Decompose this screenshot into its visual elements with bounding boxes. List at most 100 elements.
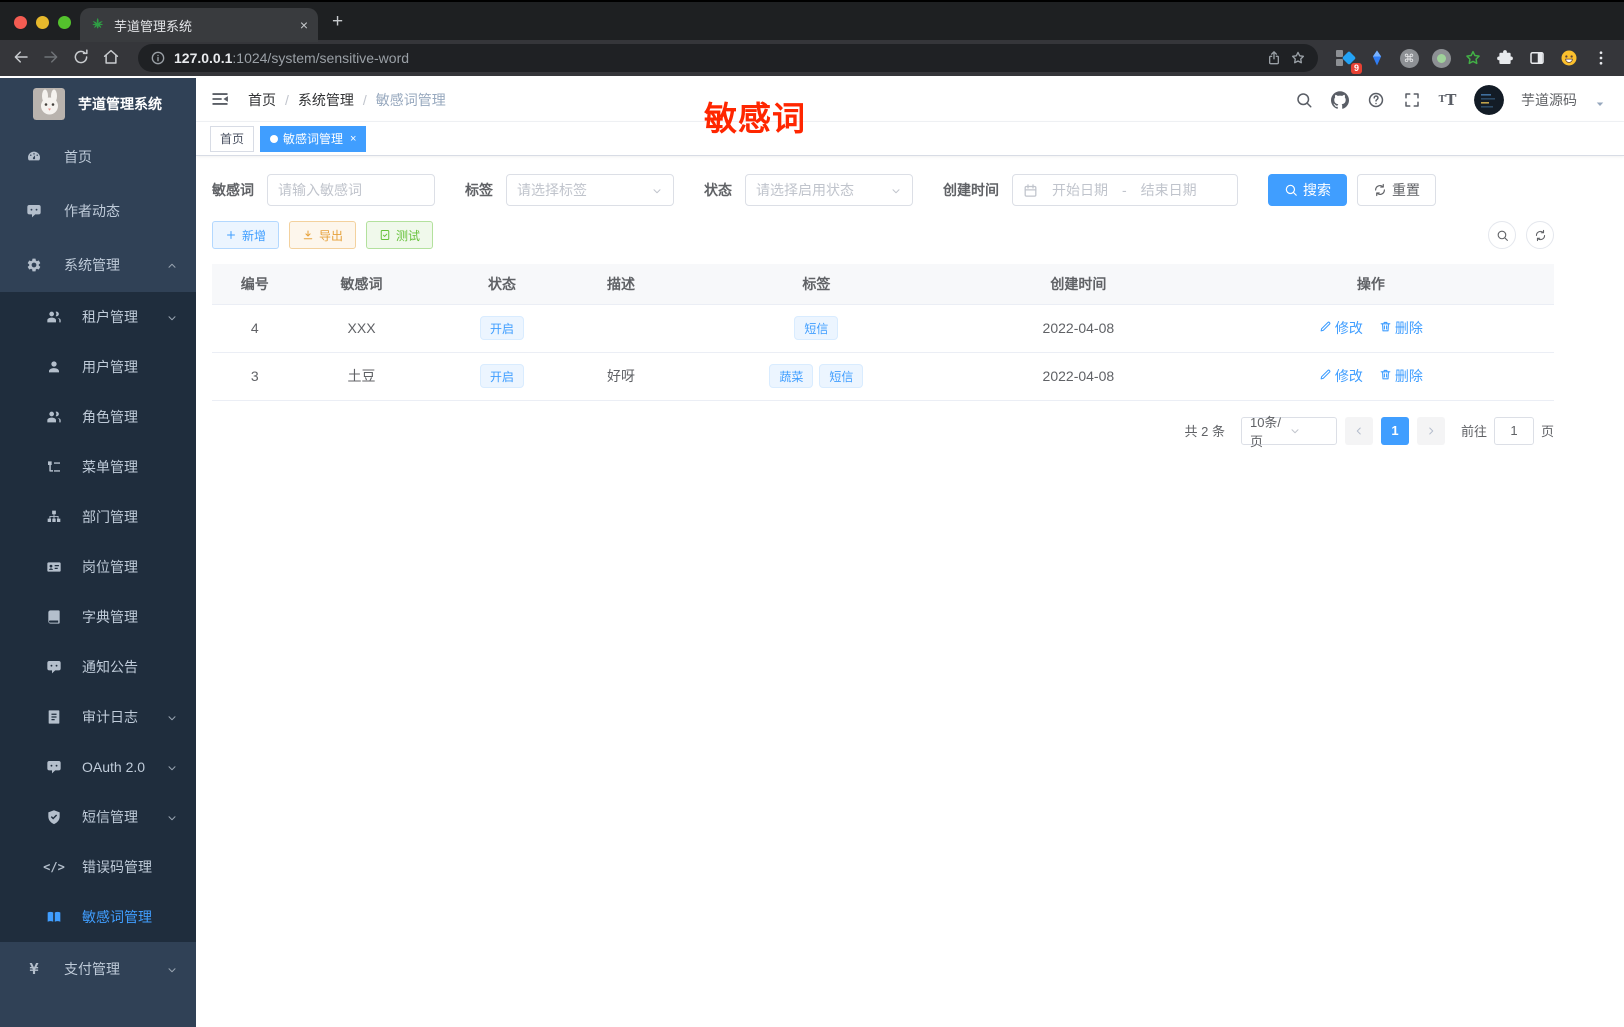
extension-star-icon[interactable]: [1462, 47, 1484, 69]
breadcrumb-item[interactable]: 首页: [248, 90, 276, 110]
share-icon[interactable]: [1266, 50, 1282, 66]
keyword-input[interactable]: [267, 174, 435, 206]
sidebar-item-pay[interactable]: ¥ 支付管理: [0, 942, 196, 996]
sidebar-item-tenant[interactable]: 租户管理: [0, 292, 196, 342]
page-size-select[interactable]: 10条/页: [1240, 415, 1337, 449]
fullscreen-icon[interactable]: [1402, 90, 1421, 109]
sidebar-item-oauth[interactable]: OAuth 2.0: [0, 742, 196, 792]
new-tab-button[interactable]: +: [332, 12, 343, 32]
date-range-picker[interactable]: -: [1012, 174, 1238, 206]
chevron-down-icon: [166, 311, 178, 323]
username[interactable]: 芋道源码: [1521, 90, 1577, 110]
sidebar-item-label: 字典管理: [82, 609, 138, 625]
table-row: 3 土豆 开启 好呀 蔬菜 短信 2022-04-08 修改 删除: [212, 352, 1554, 401]
sidebar: 芋道管理系统 首页作者动态 系统管理 租户管理 用户管理 角色管理 菜单管理 部门管理 岗位管…: [0, 78, 196, 1027]
header-search-icon[interactable]: [1294, 90, 1313, 109]
sidebar-fold-icon[interactable]: [210, 89, 232, 111]
url-text: 127.0.0.1:1024/system/sensitive-word: [174, 50, 1258, 66]
sidebar-item-audit-log[interactable]: 审计日志: [0, 692, 196, 742]
cell-id: 3: [212, 352, 298, 401]
label-tag: 蔬菜: [769, 364, 814, 388]
close-window-button[interactable]: [14, 16, 27, 29]
sidebar-item-author-news[interactable]: 作者动态: [0, 184, 196, 238]
filter-tag: 标签: [465, 174, 674, 206]
edit-link[interactable]: 修改: [1319, 366, 1363, 386]
address-bar[interactable]: 127.0.0.1:1024/system/sensitive-word: [138, 44, 1318, 72]
tag-close-icon[interactable]: ×: [350, 133, 356, 145]
next-page-button[interactable]: [1416, 416, 1445, 445]
reload-icon[interactable]: [72, 48, 92, 68]
user-menu-caret-icon[interactable]: [1594, 97, 1606, 109]
browser-tab-title: 芋道管理系统: [114, 18, 193, 34]
forward-icon[interactable]: [42, 48, 62, 68]
delete-link[interactable]: 删除: [1379, 366, 1423, 386]
breadcrumb-separator: /: [285, 91, 289, 108]
sidebar-item-sms[interactable]: 短信管理: [0, 792, 196, 842]
trash-icon: [1379, 368, 1392, 384]
chevron-down-icon: [890, 184, 902, 196]
extensions-puzzle-icon[interactable]: [1494, 47, 1516, 69]
sidebar-item-system[interactable]: 系统管理: [0, 238, 196, 292]
page-number-1[interactable]: 1: [1380, 416, 1409, 445]
tag-select[interactable]: [506, 174, 674, 206]
add-button[interactable]: 新增: [212, 221, 280, 249]
extension-record-icon[interactable]: [1430, 47, 1452, 69]
search-button[interactable]: 搜索: [1268, 174, 1347, 206]
minimize-window-button[interactable]: [36, 16, 49, 29]
side-panel-icon[interactable]: [1526, 47, 1548, 69]
edit-link[interactable]: 修改: [1319, 318, 1363, 338]
record-dot-icon: [1431, 48, 1451, 68]
breadcrumb-item[interactable]: 系统管理: [298, 90, 354, 110]
chevron-down-icon: [166, 711, 178, 723]
sidebar-item-error-code[interactable]: </> 错误码管理: [0, 842, 196, 892]
delete-link[interactable]: 删除: [1379, 318, 1423, 338]
zoom-window-button[interactable]: [58, 16, 71, 29]
breadcrumb-item: 敏感词管理: [375, 91, 446, 108]
sidebar-item-menu[interactable]: 菜单管理: [0, 442, 196, 492]
chevron-down-icon: [166, 963, 178, 975]
sidebar-logo[interactable]: 芋道管理系统: [0, 78, 196, 130]
sidebar-item-home[interactable]: 首页: [0, 130, 196, 184]
navbar-right: TT 芋道源码: [1294, 84, 1606, 115]
status-select[interactable]: [745, 174, 913, 206]
cell-actions: 修改 删除: [1187, 304, 1554, 353]
user-avatar[interactable]: [1474, 84, 1504, 115]
bookmark-star-icon[interactable]: [1290, 50, 1306, 66]
sidebar-item-sensitive-word[interactable]: 敏感词管理: [0, 892, 196, 942]
reset-button[interactable]: 重置: [1357, 174, 1436, 206]
extension-command-icon[interactable]: ⌘: [1398, 47, 1420, 69]
active-dot-icon: [270, 134, 279, 143]
page-unit: 页: [1540, 424, 1554, 439]
window-controls[interactable]: [14, 16, 71, 29]
goto-page-input[interactable]: [1493, 416, 1534, 445]
column-header: 描述: [578, 264, 664, 305]
extension-grid-icon[interactable]: 9: [1334, 47, 1362, 74]
browser-tab[interactable]: 芋道管理系统 ×: [80, 8, 318, 42]
tag-view-item[interactable]: 首页: [210, 125, 255, 152]
sidebar-item-post[interactable]: 岗位管理: [0, 542, 196, 592]
refresh-table-button[interactable]: [1526, 221, 1554, 249]
profile-avatar-icon[interactable]: [1558, 47, 1580, 69]
openbook-icon: [46, 909, 62, 925]
font-size-icon[interactable]: TT: [1438, 90, 1457, 109]
sidebar-item-dept[interactable]: 部门管理: [0, 492, 196, 542]
prev-page-button[interactable]: [1344, 416, 1373, 445]
home-icon[interactable]: [102, 48, 122, 68]
back-icon[interactable]: [12, 48, 32, 68]
sidebar-item-notice[interactable]: 通知公告: [0, 642, 196, 692]
github-icon[interactable]: [1330, 90, 1349, 109]
tag-view-active[interactable]: 敏感词管理 ×: [260, 125, 367, 152]
site-info-icon[interactable]: [150, 50, 166, 66]
sidebar-item-role[interactable]: 角色管理: [0, 392, 196, 442]
test-button[interactable]: 测试: [366, 221, 434, 249]
help-icon[interactable]: [1366, 90, 1385, 109]
tab-close-icon[interactable]: ×: [300, 17, 308, 33]
sidebar-item-dict[interactable]: 字典管理: [0, 592, 196, 642]
sidebar-item-user[interactable]: 用户管理: [0, 342, 196, 392]
extension-kite-icon[interactable]: [1366, 47, 1388, 69]
export-button[interactable]: 导出: [289, 221, 357, 249]
sidebar-item-label: 首页: [64, 149, 92, 165]
browser-menu-kebab-icon[interactable]: [1590, 47, 1612, 69]
org-icon: [46, 509, 62, 525]
toggle-search-button[interactable]: [1488, 221, 1516, 249]
